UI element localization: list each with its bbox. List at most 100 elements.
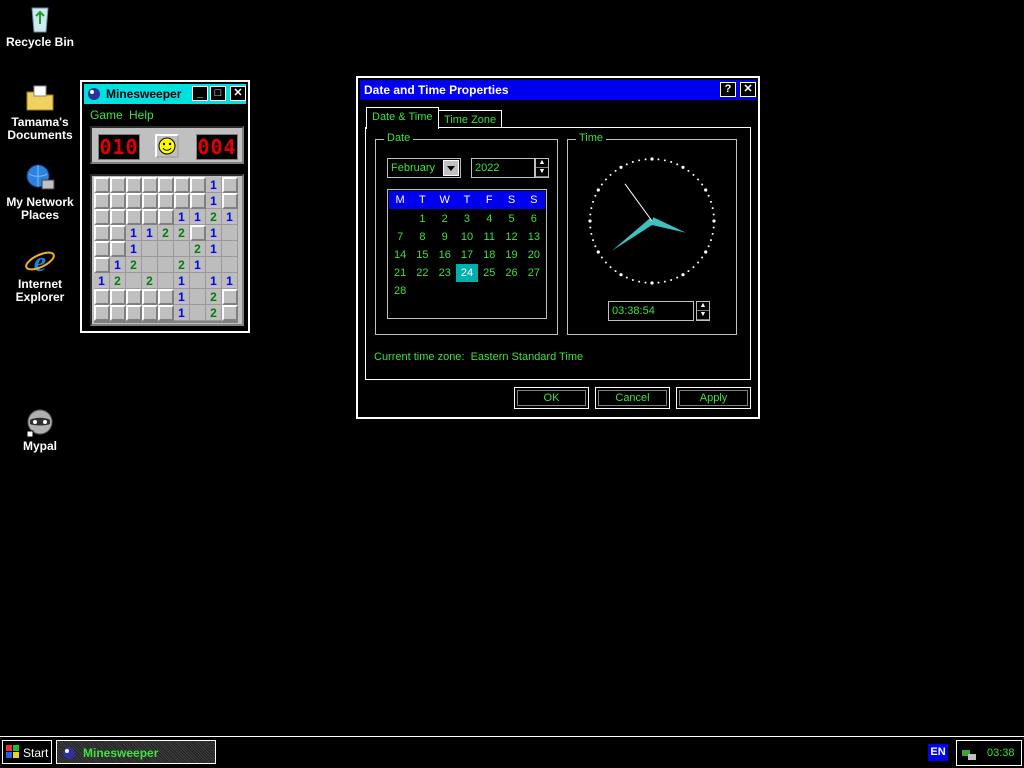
mine-cell[interactable] xyxy=(110,241,126,257)
mine-cell[interactable] xyxy=(110,289,126,305)
mine-cell[interactable] xyxy=(142,305,158,321)
mine-cell[interactable] xyxy=(126,305,142,321)
mine-cell[interactable] xyxy=(126,209,142,225)
mine-cell[interactable] xyxy=(222,289,238,305)
mine-cell[interactable] xyxy=(190,177,206,193)
mine-cell[interactable] xyxy=(126,193,142,209)
desktop-icon-mypal[interactable]: Mypal xyxy=(0,406,80,453)
tray-clock[interactable]: 03:38 xyxy=(987,747,1015,759)
mine-cell[interactable] xyxy=(94,209,110,225)
mine-cell[interactable]: 1 xyxy=(94,273,110,289)
mine-cell[interactable]: 1 xyxy=(206,273,222,289)
language-indicator[interactable]: EN xyxy=(928,744,948,761)
calendar-day[interactable]: 22 xyxy=(411,264,433,282)
mine-cell[interactable]: 2 xyxy=(110,273,126,289)
calendar-day[interactable]: 2 xyxy=(434,210,456,228)
desktop-icon-internet-explorer[interactable]: e Internet Explorer xyxy=(0,244,80,304)
calendar-day[interactable]: 6 xyxy=(523,210,545,228)
mine-cell[interactable] xyxy=(94,225,110,241)
calendar-day[interactable]: 13 xyxy=(523,228,545,246)
mine-cell[interactable] xyxy=(158,177,174,193)
menu-game[interactable]: Game xyxy=(90,108,123,122)
close-button[interactable]: ✕ xyxy=(230,86,246,101)
mine-cell[interactable] xyxy=(142,257,158,273)
mine-cell[interactable] xyxy=(222,241,238,257)
mine-cell[interactable] xyxy=(190,193,206,209)
mine-cell[interactable] xyxy=(158,241,174,257)
mine-cell[interactable] xyxy=(158,305,174,321)
mine-cell[interactable]: 1 xyxy=(206,177,222,193)
desktop-icon-documents[interactable]: Tamama's Documents xyxy=(0,82,80,142)
apply-button[interactable]: Apply xyxy=(676,387,751,409)
mine-cell[interactable]: 2 xyxy=(206,305,222,321)
mine-cell[interactable]: 2 xyxy=(174,225,190,241)
spin-down-icon[interactable]: ▼ xyxy=(697,311,709,320)
mine-cell[interactable] xyxy=(142,177,158,193)
spin-up-icon[interactable]: ▲ xyxy=(536,159,548,168)
taskbar-button-minesweeper[interactable]: Minesweeper xyxy=(56,740,216,764)
calendar-day[interactable]: 28 xyxy=(389,282,411,300)
mine-cell[interactable] xyxy=(222,193,238,209)
calendar-day[interactable]: 1 xyxy=(411,210,433,228)
minefield-grid[interactable]: 1111211122112112211221111212 xyxy=(94,177,238,323)
mine-cell[interactable]: 2 xyxy=(174,257,190,273)
calendar-day[interactable]: 23 xyxy=(434,264,456,282)
menu-help[interactable]: Help xyxy=(129,108,154,122)
calendar-day[interactable]: 15 xyxy=(411,246,433,264)
calendar-day[interactable]: 21 xyxy=(389,264,411,282)
calendar-day[interactable]: 11 xyxy=(478,228,500,246)
mine-cell[interactable] xyxy=(190,305,206,321)
year-spinner[interactable]: ▲ ▼ xyxy=(535,158,549,178)
mine-cell[interactable] xyxy=(158,257,174,273)
calendar-day[interactable]: 12 xyxy=(500,228,522,246)
mine-cell[interactable]: 1 xyxy=(206,241,222,257)
month-dropdown-button[interactable] xyxy=(443,160,459,176)
mine-cell[interactable] xyxy=(110,209,126,225)
calendar-day[interactable]: 8 xyxy=(411,228,433,246)
calendar-day[interactable]: 18 xyxy=(478,246,500,264)
network-tray-icon[interactable] xyxy=(961,745,977,761)
mine-cell[interactable] xyxy=(94,305,110,321)
mine-cell[interactable] xyxy=(206,257,222,273)
minimize-button[interactable]: _ xyxy=(192,86,208,101)
ok-button[interactable]: OK xyxy=(514,387,589,409)
mine-cell[interactable]: 1 xyxy=(190,257,206,273)
mine-cell[interactable] xyxy=(222,257,238,273)
mine-cell[interactable]: 2 xyxy=(158,225,174,241)
mine-cell[interactable] xyxy=(158,273,174,289)
calendar-day[interactable]: 7 xyxy=(389,228,411,246)
mine-cell[interactable]: 1 xyxy=(174,289,190,305)
calendar-day[interactable]: 25 xyxy=(478,264,500,282)
mine-cell[interactable]: 1 xyxy=(174,305,190,321)
calendar-day[interactable]: 5 xyxy=(500,210,522,228)
mine-cell[interactable] xyxy=(110,225,126,241)
mine-cell[interactable] xyxy=(222,225,238,241)
mine-cell[interactable] xyxy=(142,241,158,257)
mine-cell[interactable]: 1 xyxy=(126,225,142,241)
spin-down-icon[interactable]: ▼ xyxy=(536,168,548,177)
year-field[interactable]: 2022 xyxy=(471,158,535,178)
calendar-day[interactable]: 3 xyxy=(456,210,478,228)
calendar-day[interactable]: 17 xyxy=(456,246,478,264)
mine-cell[interactable] xyxy=(94,193,110,209)
minesweeper-titlebar[interactable]: Minesweeper _ □ ✕ xyxy=(84,84,246,104)
mine-cell[interactable] xyxy=(142,289,158,305)
calendar-day[interactable]: 20 xyxy=(523,246,545,264)
mine-cell[interactable]: 2 xyxy=(126,257,142,273)
mine-cell[interactable]: 1 xyxy=(206,193,222,209)
mine-cell[interactable] xyxy=(142,193,158,209)
calendar-day[interactable]: 14 xyxy=(389,246,411,264)
mine-cell[interactable] xyxy=(126,289,142,305)
calendar-day[interactable]: 27 xyxy=(523,264,545,282)
smiley-reset-button[interactable] xyxy=(155,134,179,158)
calendar-day[interactable]: 19 xyxy=(500,246,522,264)
mine-cell[interactable] xyxy=(94,241,110,257)
spin-up-icon[interactable]: ▲ xyxy=(697,302,709,311)
mine-cell[interactable]: 2 xyxy=(190,241,206,257)
mine-cell[interactable] xyxy=(158,289,174,305)
dialog-close-button[interactable]: ✕ xyxy=(740,82,756,97)
cancel-button[interactable]: Cancel xyxy=(595,387,670,409)
calendar-day[interactable]: 26 xyxy=(500,264,522,282)
tab-time-zone[interactable]: Time Zone xyxy=(438,110,503,128)
mine-cell[interactable]: 1 xyxy=(222,273,238,289)
